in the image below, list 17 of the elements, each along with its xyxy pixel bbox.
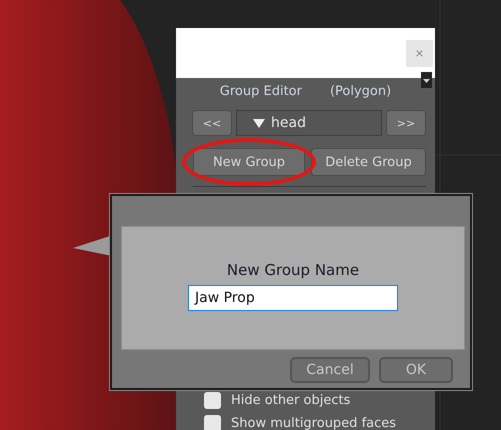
checkbox[interactable] xyxy=(204,415,221,430)
panel-title: Group Editor xyxy=(220,84,302,98)
checkbox[interactable] xyxy=(204,392,221,409)
group-dropdown[interactable]: head xyxy=(236,110,382,136)
dropdown-triangle-icon xyxy=(253,118,265,128)
group-name-field[interactable]: Jaw Prop xyxy=(188,285,398,311)
mode-label: (Polygon) xyxy=(330,84,392,98)
new-group-button[interactable]: New Group xyxy=(193,148,305,176)
field-label: New Group Name xyxy=(226,261,360,279)
close-button[interactable]: × xyxy=(406,40,433,66)
previous-button[interactable]: << xyxy=(192,110,232,136)
checkbox-label: Show multigrouped faces xyxy=(231,416,396,430)
next-button[interactable]: >> xyxy=(386,110,426,136)
delete-group-button[interactable]: Delete Group xyxy=(311,148,426,176)
cancel-button[interactable]: Cancel xyxy=(290,357,370,383)
ok-button[interactable]: OK xyxy=(379,357,453,383)
checkbox-label: Hide other objects xyxy=(231,393,350,408)
